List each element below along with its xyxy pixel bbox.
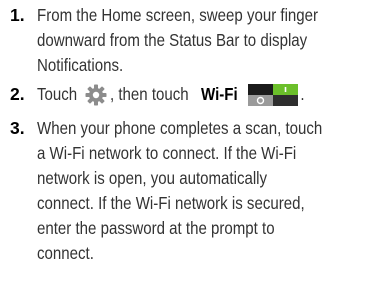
wifi-label: Wi-Fi xyxy=(201,84,238,104)
step-text-line: network is open, you automatically xyxy=(37,168,268,188)
step-text-line: enter the password at the prompt to xyxy=(37,218,275,238)
step-text: . xyxy=(300,84,305,104)
step-text-line: connect. If the Wi-Fi network is secured… xyxy=(37,193,305,213)
step-2: 2. Touch , then touch Wi-Fi . xyxy=(0,82,373,107)
wifi-toggle-on-icon xyxy=(247,83,298,106)
step-3: 3. When your phone completes a scan, tou… xyxy=(0,116,373,266)
step-text-line: a Wi-Fi network to connect. If the Wi-Fi xyxy=(37,143,297,163)
step-number: 2. xyxy=(10,84,25,104)
step-2-row: Touch , then touch Wi-Fi . xyxy=(37,82,305,107)
step-text-line: Notifications. xyxy=(37,55,124,75)
step-text-line: From the Home screen, sweep your finger xyxy=(37,5,319,25)
step-text-line: downward from the Status Bar to display xyxy=(37,30,308,50)
step-text-line: connect. xyxy=(37,243,94,263)
step-text: Touch xyxy=(37,84,78,104)
step-number: 1. xyxy=(10,5,25,25)
step-text-line: When your phone completes a scan, touch xyxy=(37,118,323,138)
instructions-page: 1. From the Home screen, sweep your fing… xyxy=(0,0,373,293)
settings-gear-icon xyxy=(85,84,107,105)
step-number: 3. xyxy=(10,118,25,138)
step-1: 1. From the Home screen, sweep your fing… xyxy=(0,3,373,78)
step-text: , then touch xyxy=(109,84,189,104)
